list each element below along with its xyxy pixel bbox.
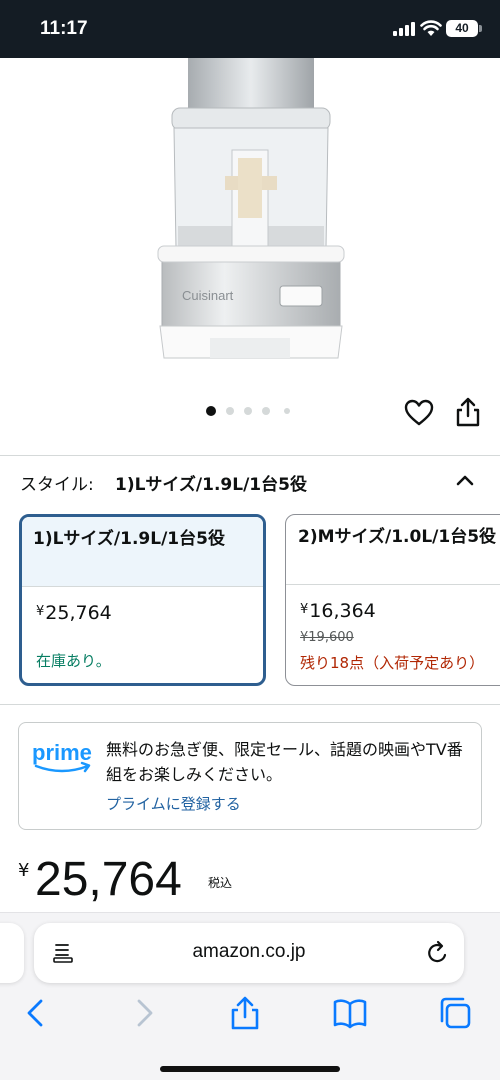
- carousel-dot[interactable]: [262, 407, 270, 415]
- style-option-card[interactable]: 2)Mサイズ/1.0L/1台5役 ¥16,364 ¥19,600 残り18点（入…: [285, 514, 500, 686]
- svg-text:prime: prime: [32, 740, 92, 765]
- style-option-price: ¥16,364: [300, 600, 376, 622]
- carousel-dot[interactable]: [284, 408, 290, 414]
- share-icon[interactable]: [453, 396, 483, 428]
- url-text[interactable]: amazon.co.jp: [34, 941, 464, 963]
- back-icon[interactable]: [18, 995, 54, 1031]
- home-indicator: [160, 1066, 340, 1072]
- style-option-card[interactable]: 1)Lサイズ/1.9L/1台5役 ¥25,764 在庫あり。: [19, 514, 266, 686]
- divider: [0, 455, 500, 456]
- wifi-icon: [420, 20, 442, 36]
- currency-symbol: ¥: [36, 604, 45, 619]
- address-bar[interactable]: amazon.co.jp: [34, 923, 464, 983]
- style-option-title: 1)Lサイズ/1.9L/1台5役: [22, 517, 263, 587]
- status-time: 11:17: [40, 18, 88, 39]
- battery-indicator: 40: [446, 20, 478, 37]
- style-option-title: 2)Mサイズ/1.0L/1台5役: [286, 515, 500, 585]
- product-image[interactable]: Cuisinart: [150, 58, 350, 368]
- cellular-signal-icon: [393, 22, 415, 36]
- carousel-dot[interactable]: [226, 407, 234, 415]
- heart-icon[interactable]: [404, 398, 434, 428]
- carousel-dot[interactable]: [244, 407, 252, 415]
- stock-status: 在庫あり。: [36, 652, 111, 670]
- prime-logo: prime: [32, 740, 92, 773]
- prime-signup-link[interactable]: プライムに登録する: [106, 793, 241, 814]
- browser-chrome: amazon.co.jp: [0, 912, 500, 1080]
- style-label: スタイル:: [20, 475, 94, 495]
- battery-tip: [479, 25, 482, 32]
- original-price: ¥19,600: [300, 630, 354, 645]
- price-value: 16,364: [309, 600, 376, 622]
- reload-icon[interactable]: [426, 940, 450, 966]
- share-icon[interactable]: [227, 995, 263, 1031]
- prime-promo[interactable]: prime 無料のお急ぎ便、限定セール、話題の映画やTV番組をお楽しみください。…: [18, 722, 482, 830]
- tabs-icon[interactable]: [437, 995, 473, 1031]
- tax-label: 税込: [208, 876, 233, 890]
- previous-tab-preview[interactable]: [0, 923, 24, 983]
- divider: [0, 704, 500, 705]
- prime-message: 無料のお急ぎ便、限定セール、話題の映画やTV番組をお楽しみください。: [106, 740, 463, 784]
- chevron-up-icon[interactable]: [456, 472, 474, 488]
- price-amount: 25,764: [35, 853, 182, 906]
- price-value: 25,764: [45, 602, 112, 624]
- carousel-dot-active[interactable]: [206, 406, 216, 416]
- currency-symbol: ¥: [18, 860, 30, 881]
- style-selected-value: 1)Lサイズ/1.9L/1台5役: [115, 475, 307, 495]
- style-option-price: ¥25,764: [36, 602, 112, 624]
- stock-status: 残り18点（入荷予定あり）: [300, 654, 485, 672]
- status-bar: 11:17 40: [0, 0, 500, 58]
- style-selector-header[interactable]: スタイル: 1)Lサイズ/1.9L/1台5役: [20, 470, 480, 496]
- currency-symbol: ¥: [300, 602, 309, 617]
- bookmarks-icon[interactable]: [332, 995, 368, 1031]
- product-brand-text: Cuisinart: [182, 288, 234, 303]
- forward-icon[interactable]: [126, 995, 162, 1031]
